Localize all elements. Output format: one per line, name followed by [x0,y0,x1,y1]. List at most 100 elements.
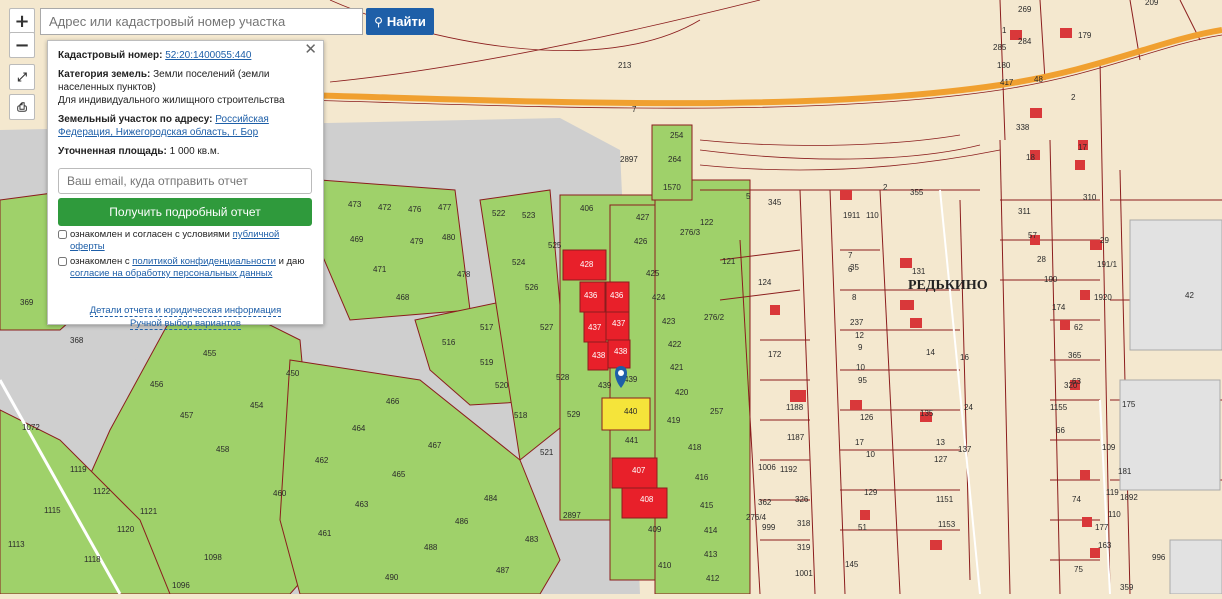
parcel-label: 13 [936,438,945,447]
parcel-label: 95 [858,376,867,385]
parcel-label: 237 [850,318,864,327]
offer-checkbox[interactable] [58,230,67,239]
parcel-label: 24 [964,403,973,412]
parcel-label: 414 [704,526,718,535]
privacy-policy-link[interactable]: политикой конфиденциальности [132,256,276,267]
parcel-label: 441 [625,436,639,445]
parcel-label: 406 [580,204,594,213]
zoom-out-button[interactable]: − [9,32,35,58]
parcel-label: 285 [993,43,1007,52]
parcel-label: 454 [250,401,264,410]
parcel-label: 517 [480,323,494,332]
parcel-label: 525 [548,241,562,250]
privacy-mid: и даю [278,256,305,267]
parcel-label: 1892 [1120,493,1138,502]
parcel-label: 528 [556,373,570,382]
parcel-label: 276/4 [746,513,767,522]
parcel-label: 5 [746,192,751,201]
parcel-label: 2897 [563,511,581,520]
parcel-label: 264 [668,155,682,164]
parcel-label: 51 [858,523,867,532]
parcel-label: 1121 [140,507,158,516]
privacy-checkbox[interactable] [58,257,67,266]
search-button[interactable]: ⚲ Найти [366,8,434,35]
parcel-label: 487 [496,566,510,575]
parcel-label: 355 [910,188,924,197]
zoom-in-button[interactable]: + [9,8,35,34]
parcel-label: 175 [1122,400,1136,409]
parcel-label: 521 [540,448,554,457]
parcel-label: 458 [216,445,230,454]
manual-selection-link[interactable]: Ручной выбор вариантов [130,318,241,330]
parcel-label: 129 [864,488,878,497]
search-input[interactable] [41,9,362,34]
parcel-label: 480 [442,233,456,242]
parcel-label: 17 [1078,143,1087,152]
parcel-label: 1115 [44,506,61,515]
parcel-label: 2 [1071,93,1076,102]
parcel-label: 284 [1018,37,1032,46]
parcel-label: 257 [710,407,724,416]
parcel-label: 191/1 [1097,260,1118,269]
parcel-label: 412 [706,574,720,583]
road-number: 7 [632,105,637,114]
parcel-label: 438 [614,347,628,356]
parcel-label: 362 [758,498,772,507]
parcel-label: 437 [588,323,602,332]
offer-consent-text: ознакомлен и согласен с условиями публич… [70,229,313,253]
parcel-label: 1 [1002,26,1007,35]
parcel-label: 318 [797,519,811,528]
details-link[interactable]: Детали отчета и юридическая информация [89,305,282,317]
parcel-label: 1098 [204,553,222,562]
street-label: 177 [1095,523,1109,532]
parcel-label: 428 [580,260,594,269]
parcel-label: 319 [797,543,811,552]
parcel-label: 426 [634,237,648,246]
parcel-label: 121 [722,257,736,266]
parcel-label: 310 [1083,193,1097,202]
parcel-label: 276/3 [680,228,701,237]
parcel-label: 1113 [8,540,25,549]
parcel-label: 12 [855,331,864,340]
get-report-button[interactable]: Получить подробный отчет [58,198,312,226]
parcel-label: 460 [273,489,287,498]
parcel-label: 57 [1028,231,1037,240]
area-value: 1 000 кв.м. [169,146,220,157]
parcel-label: 254 [670,131,684,140]
fullscreen-button[interactable]: ⤢ [9,64,35,90]
parcel-label: 9 [858,343,863,352]
parcel-label: 424 [652,293,666,302]
personal-data-link[interactable]: согласие на обработку персональных данны… [70,268,272,279]
parcel-label: 1096 [172,581,190,590]
parcel-label: 35 [850,263,859,272]
parcel-label: 466 [386,397,400,406]
parcel-label: 472 [378,203,392,212]
parcel-label: 526 [525,283,539,292]
close-icon[interactable]: ✕ [304,42,317,57]
parcel-label: 436 [610,291,624,300]
parcel-label: 1151 [936,495,954,504]
parcel-label: 439 [598,381,612,390]
parcel-label: 425 [646,269,660,278]
email-field[interactable] [58,168,312,194]
privacy-consent-text: ознакомлен с политикой конфиденциальност… [70,256,313,280]
address-label: Земельный участок по адресу: [58,114,213,125]
parcel-label: 488 [424,543,438,552]
parcel-label: 345 [768,198,782,207]
printer-icon: ⎙ [17,99,27,114]
parcel-label: 131 [912,267,926,276]
parcel-label: 276/2 [704,313,725,322]
parcel-label: 2897 [620,155,638,164]
parcel-label: 127 [934,455,948,464]
parcel-label: 476 [408,205,422,214]
parcel-label: 2 [883,183,888,192]
parcel-label: 8 [852,293,857,302]
parcel-label: 1570 [663,183,681,192]
parcel-label: 1920 [1094,293,1112,302]
print-button[interactable]: ⎙ [9,94,35,120]
cadastral-number-link[interactable]: 52:20:1400055:440 [165,50,251,61]
parcel-label: 14 [926,348,935,357]
parcel-label: 464 [352,424,366,433]
usage-value: Для индивидуального жилищного строительс… [58,95,285,106]
parcel-label: 48 [1034,75,1043,84]
